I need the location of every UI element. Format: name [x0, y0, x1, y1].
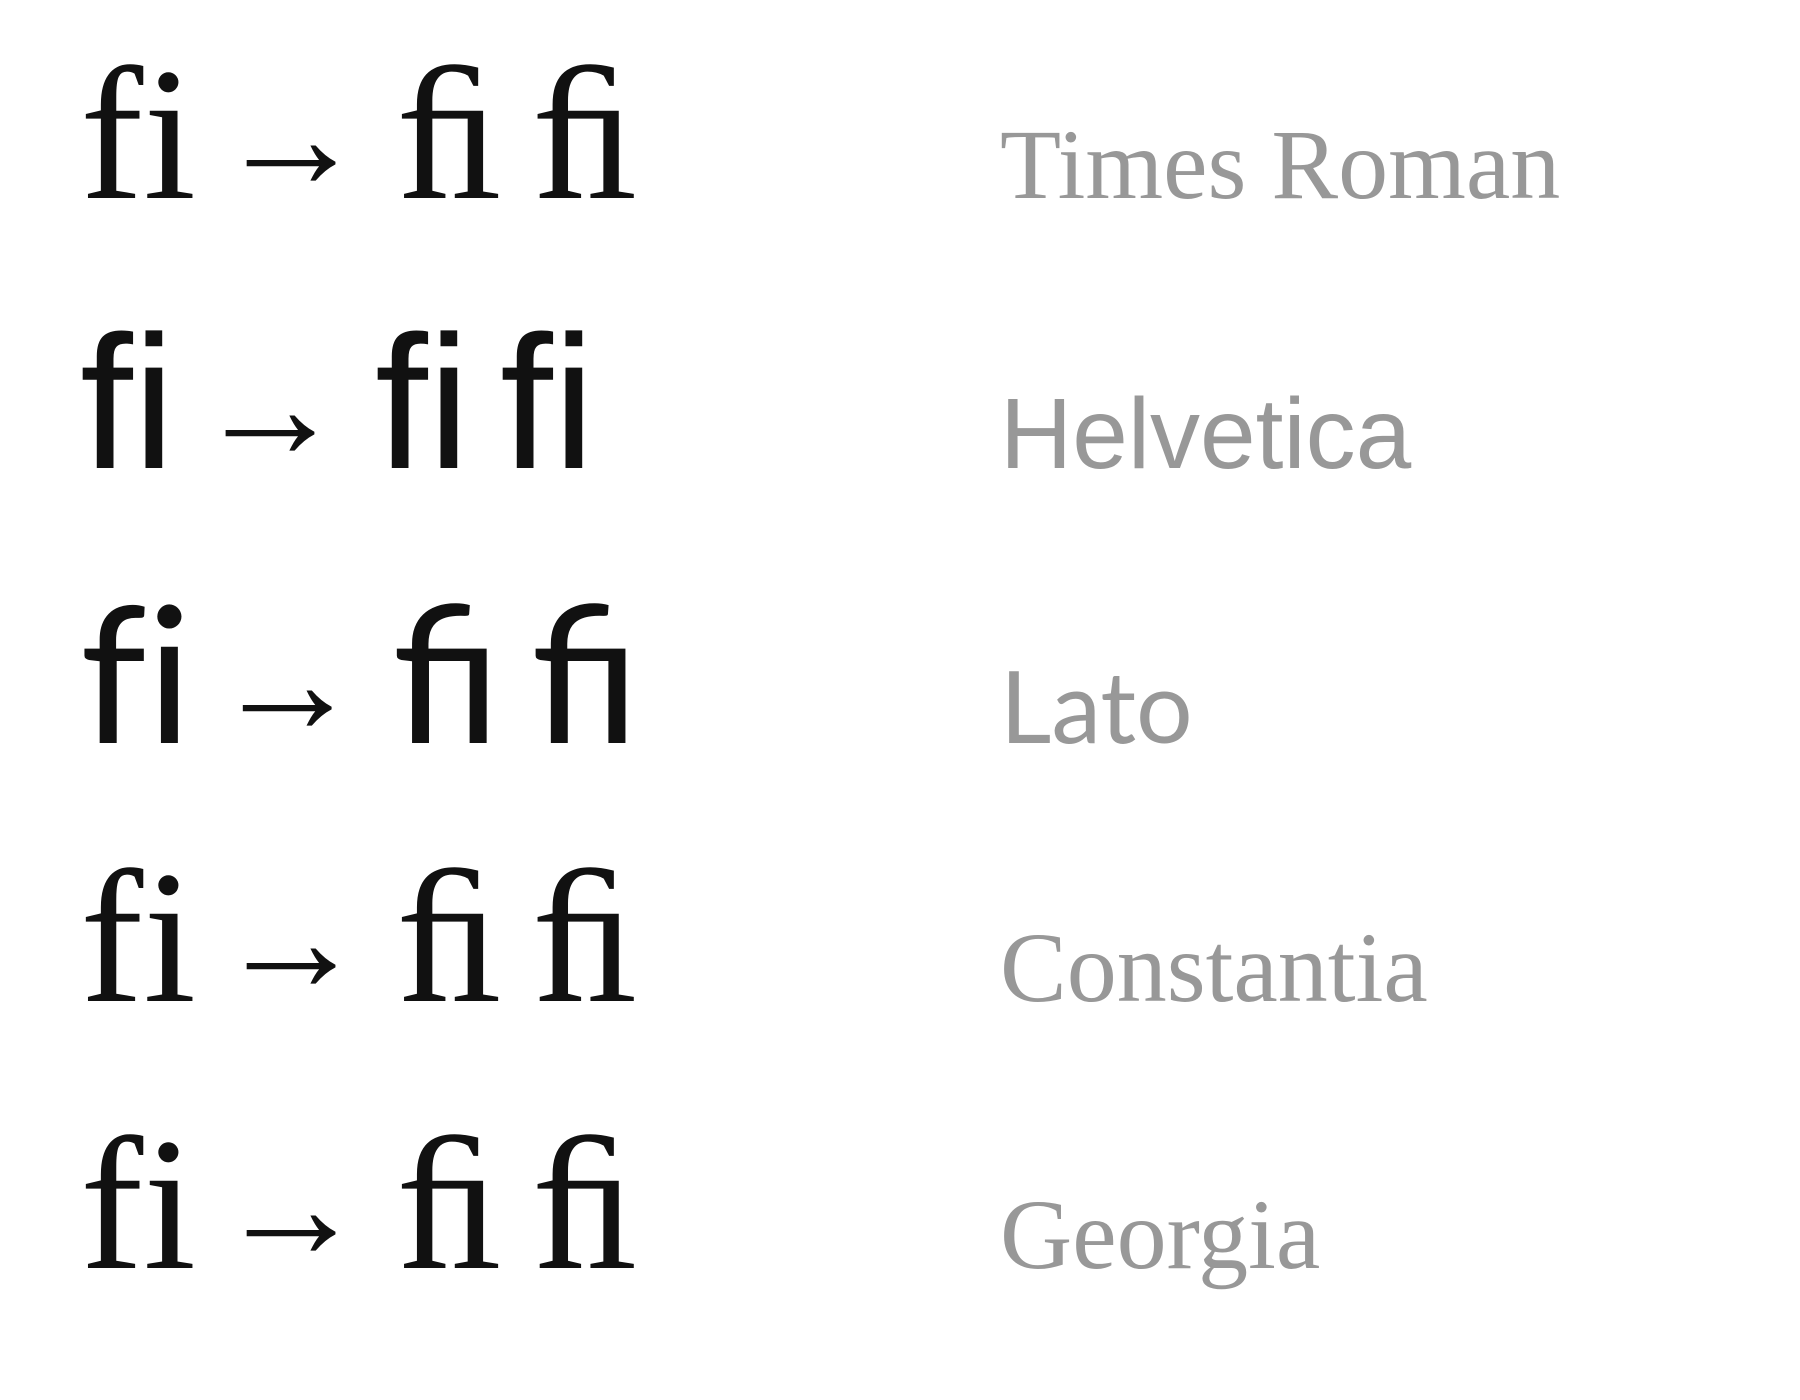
row-lato: fi → ﬁ ﬁ Lato — [80, 575, 1740, 825]
ligature-2: ﬁ — [531, 575, 640, 765]
ligature-2: ﬁ — [532, 843, 638, 1033]
font-label: Constantia — [1000, 918, 1428, 1018]
ligature-2: ﬁ — [532, 40, 638, 230]
plain-pair: fi — [80, 40, 196, 230]
row-times-roman: fi → ﬁ ﬁ Times Roman — [80, 40, 1740, 290]
plain-pair: fi — [80, 843, 196, 1033]
ligature-1: ﬁ — [396, 1110, 502, 1300]
samples: fi → ﬁ ﬁ — [80, 40, 940, 230]
ligature-1: ﬁ — [375, 308, 470, 498]
arrow-icon: → — [216, 63, 366, 213]
row-georgia: fi → ﬁ ﬁ Georgia — [80, 1110, 1740, 1360]
font-label: Helvetica — [1000, 384, 1411, 484]
samples: fi → ﬁ ﬁ — [80, 308, 940, 498]
row-helvetica: fi → ﬁ ﬁ Helvetica — [80, 308, 1740, 558]
ligature-1: ﬁ — [396, 843, 502, 1033]
samples: fi → ﬁ ﬁ — [80, 575, 940, 768]
ligature-1: ﬁ — [392, 575, 501, 765]
samples: fi → ﬁ ﬁ — [80, 843, 940, 1033]
ligature-1: ﬁ — [396, 40, 502, 230]
arrow-icon: → — [216, 1133, 366, 1283]
arrow-icon: → — [216, 866, 366, 1016]
font-label: Lato — [1000, 655, 1193, 755]
arrow-icon: → — [212, 608, 362, 758]
samples: fi → ﬁ ﬁ — [80, 1110, 940, 1300]
row-constantia: fi → ﬁ ﬁ Constantia — [80, 843, 1740, 1093]
ligature-comparison: fi → ﬁ ﬁ Times Roman fi → ﬁ ﬁ Helvetica … — [0, 0, 1800, 1400]
ligature-2: ﬁ — [532, 1110, 638, 1300]
plain-pair: fi — [80, 575, 192, 765]
ligature-2: ﬁ — [500, 308, 595, 498]
arrow-icon: → — [195, 333, 345, 483]
plain-pair: fi — [80, 308, 175, 498]
plain-pair: fi — [80, 1110, 196, 1300]
font-label: Georgia — [1000, 1185, 1320, 1285]
font-label: Times Roman — [1000, 115, 1560, 215]
